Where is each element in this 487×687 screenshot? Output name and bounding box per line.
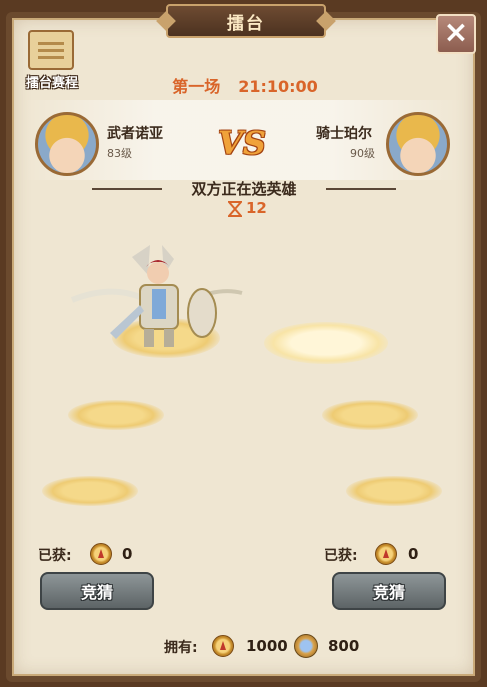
close-button[interactable]: ×: [436, 14, 476, 54]
countdown: 12: [246, 199, 267, 217]
hero-slot-right-1[interactable]: [264, 322, 388, 364]
close-icon: ×: [443, 15, 469, 50]
owned-label: 拥有:: [164, 640, 198, 656]
left-player-name: 武者诺亚: [107, 126, 163, 142]
right-guess-button[interactable]: 竞猜: [332, 572, 446, 610]
coin-icon: [90, 543, 112, 565]
page-title: 擂台: [166, 4, 326, 38]
scroll-icon: [28, 30, 74, 70]
owned-medal-value: 800: [328, 637, 360, 655]
left-player-level: 83级: [107, 147, 132, 160]
coin-icon: [212, 635, 234, 657]
right-player-level: 90级: [350, 147, 375, 160]
hero-slot-right-3[interactable]: [346, 476, 442, 506]
right-player-name: 骑士珀尔: [316, 126, 372, 142]
status-text: 双方正在选英雄: [191, 180, 297, 198]
hourglass-icon: [228, 201, 242, 217]
round-time: 21:10:00: [238, 77, 318, 96]
round-info: 第一场 21:10:00: [150, 73, 340, 97]
left-earned-label: 已获:: [38, 548, 72, 564]
schedule-button[interactable]: 擂台赛程: [18, 28, 86, 92]
hero-slot-right-2[interactable]: [322, 400, 418, 430]
hero-slot-left-3[interactable]: [42, 476, 138, 506]
hero-slot-left-2[interactable]: [68, 400, 164, 430]
right-earned-value: 0: [408, 545, 419, 563]
owned-coin-value: 1000: [246, 637, 288, 655]
left-guess-button[interactable]: 竞猜: [40, 572, 154, 610]
knight-hero-sprite: [70, 245, 243, 347]
coin-icon: [375, 543, 397, 565]
left-earned-value: 0: [122, 545, 133, 563]
left-player-avatar[interactable]: [35, 112, 99, 176]
divider-left: [92, 188, 162, 190]
round-name: 第一场: [172, 77, 221, 96]
vs-label: VS: [218, 124, 266, 162]
schedule-label: 擂台赛程: [25, 76, 78, 91]
medal-icon: [294, 634, 318, 658]
right-player-avatar[interactable]: [386, 112, 450, 176]
divider-right: [326, 188, 396, 190]
right-earned-label: 已获:: [324, 548, 358, 564]
